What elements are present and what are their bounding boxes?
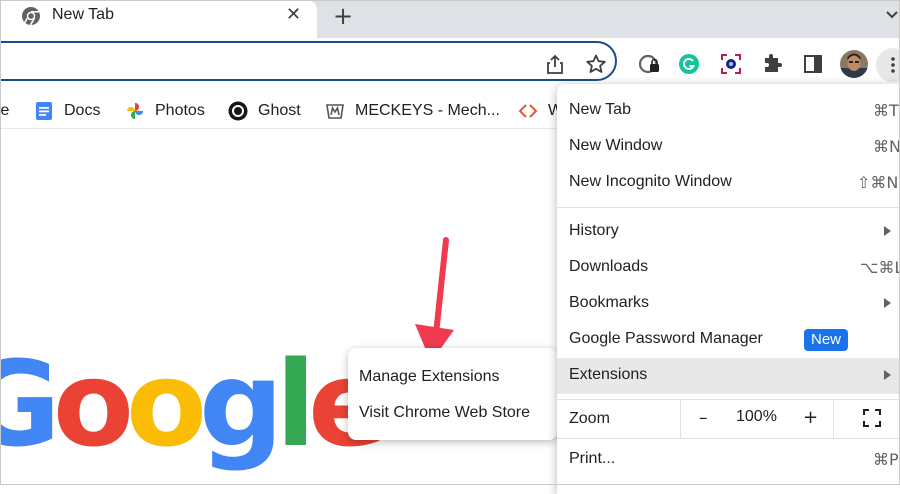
visit-chrome-web-store-item[interactable]: Visit Chrome Web Store <box>359 404 530 422</box>
submenu-arrow-icon <box>884 370 891 380</box>
menu-item-shortcut: ⌘N <box>873 137 900 156</box>
menu-item-label: Downloads <box>569 258 649 275</box>
photos-icon <box>127 103 143 119</box>
bookmark-label: te <box>0 102 10 119</box>
profile-avatar[interactable] <box>840 50 868 78</box>
menu-item-shortcut: ⇧⌘N <box>857 173 899 192</box>
menu-item-label: New Window <box>569 137 663 154</box>
bookmark-photos[interactable]: Photos <box>125 100 205 122</box>
zoom-controls: – 100% + <box>680 400 834 438</box>
new-tab-button[interactable]: + <box>333 3 353 29</box>
code-brackets-icon <box>518 104 538 118</box>
manage-extensions-item[interactable]: Manage Extensions <box>359 368 500 386</box>
bookmark-label: Ghost <box>258 102 301 119</box>
logo-letter-g-partial: G <box>0 335 61 473</box>
submenu-arrow-icon <box>884 298 891 308</box>
chrome-icon <box>22 7 40 26</box>
menu-separator <box>557 207 900 208</box>
menu-item-label: History <box>569 222 619 239</box>
logo-letter: l <box>275 335 316 473</box>
extensions-puzzle-icon[interactable] <box>761 53 783 75</box>
grammarly-icon[interactable] <box>678 53 700 75</box>
menu-item-bookmarks[interactable]: Bookmarks <box>557 286 900 322</box>
extensions-submenu: Manage Extensions Visit Chrome Web Store <box>348 348 557 440</box>
bookmark-label: Photos <box>155 102 205 119</box>
address-bar[interactable] <box>0 41 617 81</box>
bookmark-star-icon[interactable] <box>585 53 607 75</box>
menu-item-label: Extensions <box>569 366 648 383</box>
menu-item-label: Zoom <box>569 410 610 427</box>
share-icon[interactable] <box>544 53 566 75</box>
docs-icon <box>36 102 52 120</box>
zoom-out-button[interactable]: – <box>699 408 708 428</box>
google-logo: Google <box>0 345 388 463</box>
submenu-arrow-icon <box>884 226 891 236</box>
menu-item-shortcut: ⌥⌘L <box>860 258 900 277</box>
meckeys-icon <box>326 104 344 119</box>
logo-letter: g <box>199 335 284 473</box>
new-badge: New <box>804 329 849 351</box>
annotation-arrow-icon <box>415 237 454 362</box>
menu-item-extensions[interactable]: Extensions <box>557 358 900 394</box>
menu-item-google-password-manager[interactable]: Google Password Manager New <box>557 322 900 358</box>
tab-title: New Tab <box>52 6 114 23</box>
browser-window: New Tab ✕ + e Docs Photos Ghost MECKEYS … <box>0 0 900 494</box>
chrome-menu: New Tab ⌘T New Window ⌘N New Incognito W… <box>557 84 900 494</box>
tab-close-icon[interactable]: ✕ <box>286 5 301 25</box>
menu-item-print[interactable]: Print... ⌘P <box>557 442 900 478</box>
menu-item-new-window[interactable]: New Window ⌘N <box>557 129 900 165</box>
screenshot-extension-icon[interactable] <box>720 53 742 75</box>
menu-item-history[interactable]: History <box>557 214 900 250</box>
fullscreen-icon[interactable] <box>863 409 881 427</box>
menu-item-label: New Tab <box>569 101 631 118</box>
ghost-icon <box>228 101 248 121</box>
logo-letter: o <box>52 335 134 473</box>
bookmark-docs[interactable]: Docs <box>34 100 100 122</box>
zoom-in-button[interactable]: + <box>803 407 818 428</box>
bookmark-label: Docs <box>64 102 101 119</box>
menu-item-downloads[interactable]: Downloads ⌥⌘L <box>557 250 900 286</box>
menu-item-new-tab[interactable]: New Tab ⌘T <box>557 93 900 129</box>
bookmark-partial[interactable]: te <box>0 100 9 122</box>
menu-item-label: New Incognito Window <box>569 173 732 190</box>
tab-search-chevron-icon[interactable] <box>884 5 900 25</box>
three-dots-menu-icon <box>891 57 895 73</box>
logo-letter: o <box>125 335 207 473</box>
bookmark-ghost[interactable]: Ghost <box>228 100 301 122</box>
tab-new-tab[interactable]: New Tab ✕ <box>0 0 317 38</box>
bookmark-meckeys[interactable]: MECKEYS - Mech... <box>325 100 500 122</box>
menu-button[interactable] <box>876 48 900 82</box>
menu-item-new-incognito-window[interactable]: New Incognito Window ⇧⌘N <box>557 165 900 201</box>
zoom-level: 100% <box>736 408 777 425</box>
side-panel-icon[interactable] <box>802 53 824 75</box>
password-extension-icon[interactable] <box>638 53 660 75</box>
menu-item-shortcut: ⌘P <box>873 450 899 469</box>
menu-item-shortcut: ⌘T <box>873 101 899 120</box>
menu-item-label: Print... <box>569 450 616 467</box>
menu-item-label: Bookmarks <box>569 294 650 311</box>
menu-separator <box>557 438 900 439</box>
tab-strip: New Tab ✕ + <box>0 0 900 38</box>
menu-item-zoom: Zoom – 100% + <box>557 400 900 438</box>
menu-item-label: Google Password Manager <box>569 330 763 347</box>
bookmark-label: MECKEYS - Mech... <box>355 102 500 119</box>
